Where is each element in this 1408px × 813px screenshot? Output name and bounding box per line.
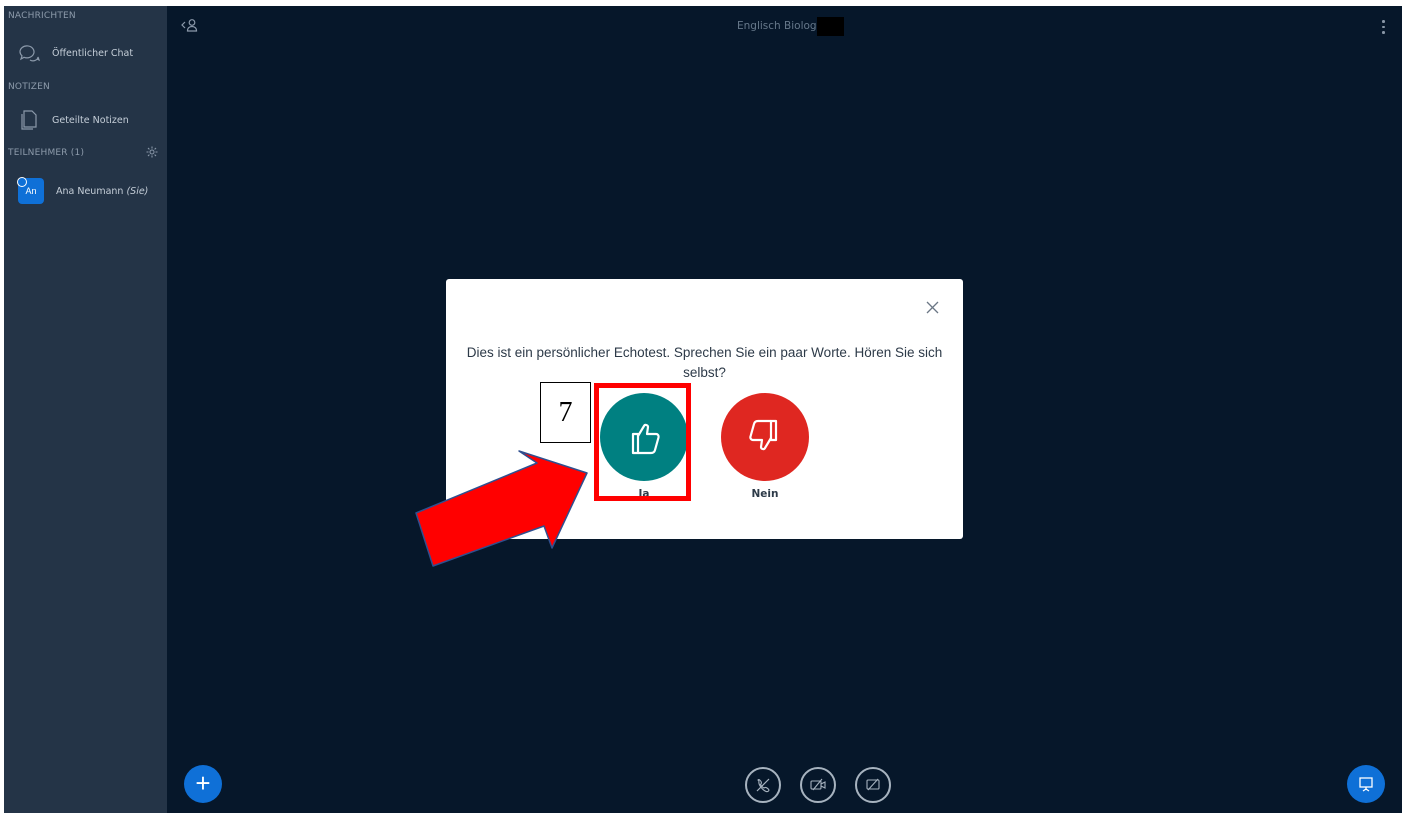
no-button[interactable]: Nein (720, 393, 810, 500)
unmute-audio-button[interactable] (745, 767, 781, 803)
avatar: An (17, 177, 44, 204)
participant-you-suffix: (Sie) (126, 185, 149, 197)
options-menu-icon[interactable] (1382, 20, 1385, 37)
share-webcam-button[interactable] (800, 767, 836, 803)
presenter-indicator (17, 177, 27, 187)
gear-icon[interactable] (146, 145, 158, 163)
redaction-box (817, 17, 844, 36)
echo-test-message: Dies ist ein persönlicher Echotest. Spre… (466, 345, 943, 380)
chat-icon (18, 42, 40, 64)
thumbs-up-icon (631, 423, 660, 455)
notes-section-heading: NOTIZEN (8, 82, 50, 92)
participants-section-heading: TEILNEHMER (1) (8, 148, 85, 158)
participant-name: Ana Neumann (56, 185, 124, 197)
avatar-initials: An (25, 186, 37, 196)
echo-test-dialog: Dies ist ein persönlicher Echotest. Spre… (446, 279, 963, 539)
phone-muted-icon (756, 778, 770, 793)
share-screen-button[interactable] (855, 767, 891, 803)
meeting-title: Englisch Biologie (737, 20, 826, 32)
shared-notes-label: Geteilte Notizen (52, 114, 129, 126)
presentation-toggle-button[interactable] (1347, 765, 1385, 803)
screen-share-off-icon (866, 778, 880, 791)
toggle-userlist-icon[interactable] (181, 18, 199, 37)
no-label: Nein (751, 488, 779, 500)
yes-circle[interactable] (600, 393, 688, 481)
no-circle[interactable] (721, 393, 809, 481)
step-number-label: 7 (540, 382, 591, 443)
sidebar: NACHRICHTEN Öffentlicher Chat NOTIZEN Ge… (4, 6, 167, 813)
actions-plus-button[interactable]: + (184, 765, 222, 803)
messages-section-heading: NACHRICHTEN (8, 11, 76, 21)
camera-off-icon (810, 778, 826, 791)
close-icon[interactable] (926, 301, 939, 319)
participant-row[interactable]: An Ana Neumann (Sie) (4, 174, 167, 208)
notes-icon (18, 109, 40, 131)
sidebar-item-public-chat[interactable]: Öffentlicher Chat (4, 38, 167, 68)
sidebar-item-shared-notes[interactable]: Geteilte Notizen (4, 105, 167, 135)
yes-button[interactable]: Ja (599, 393, 689, 500)
presentation-icon (1359, 777, 1373, 792)
yes-label: Ja (638, 488, 650, 500)
public-chat-label: Öffentlicher Chat (52, 47, 134, 59)
thumbs-down-icon (749, 419, 778, 451)
